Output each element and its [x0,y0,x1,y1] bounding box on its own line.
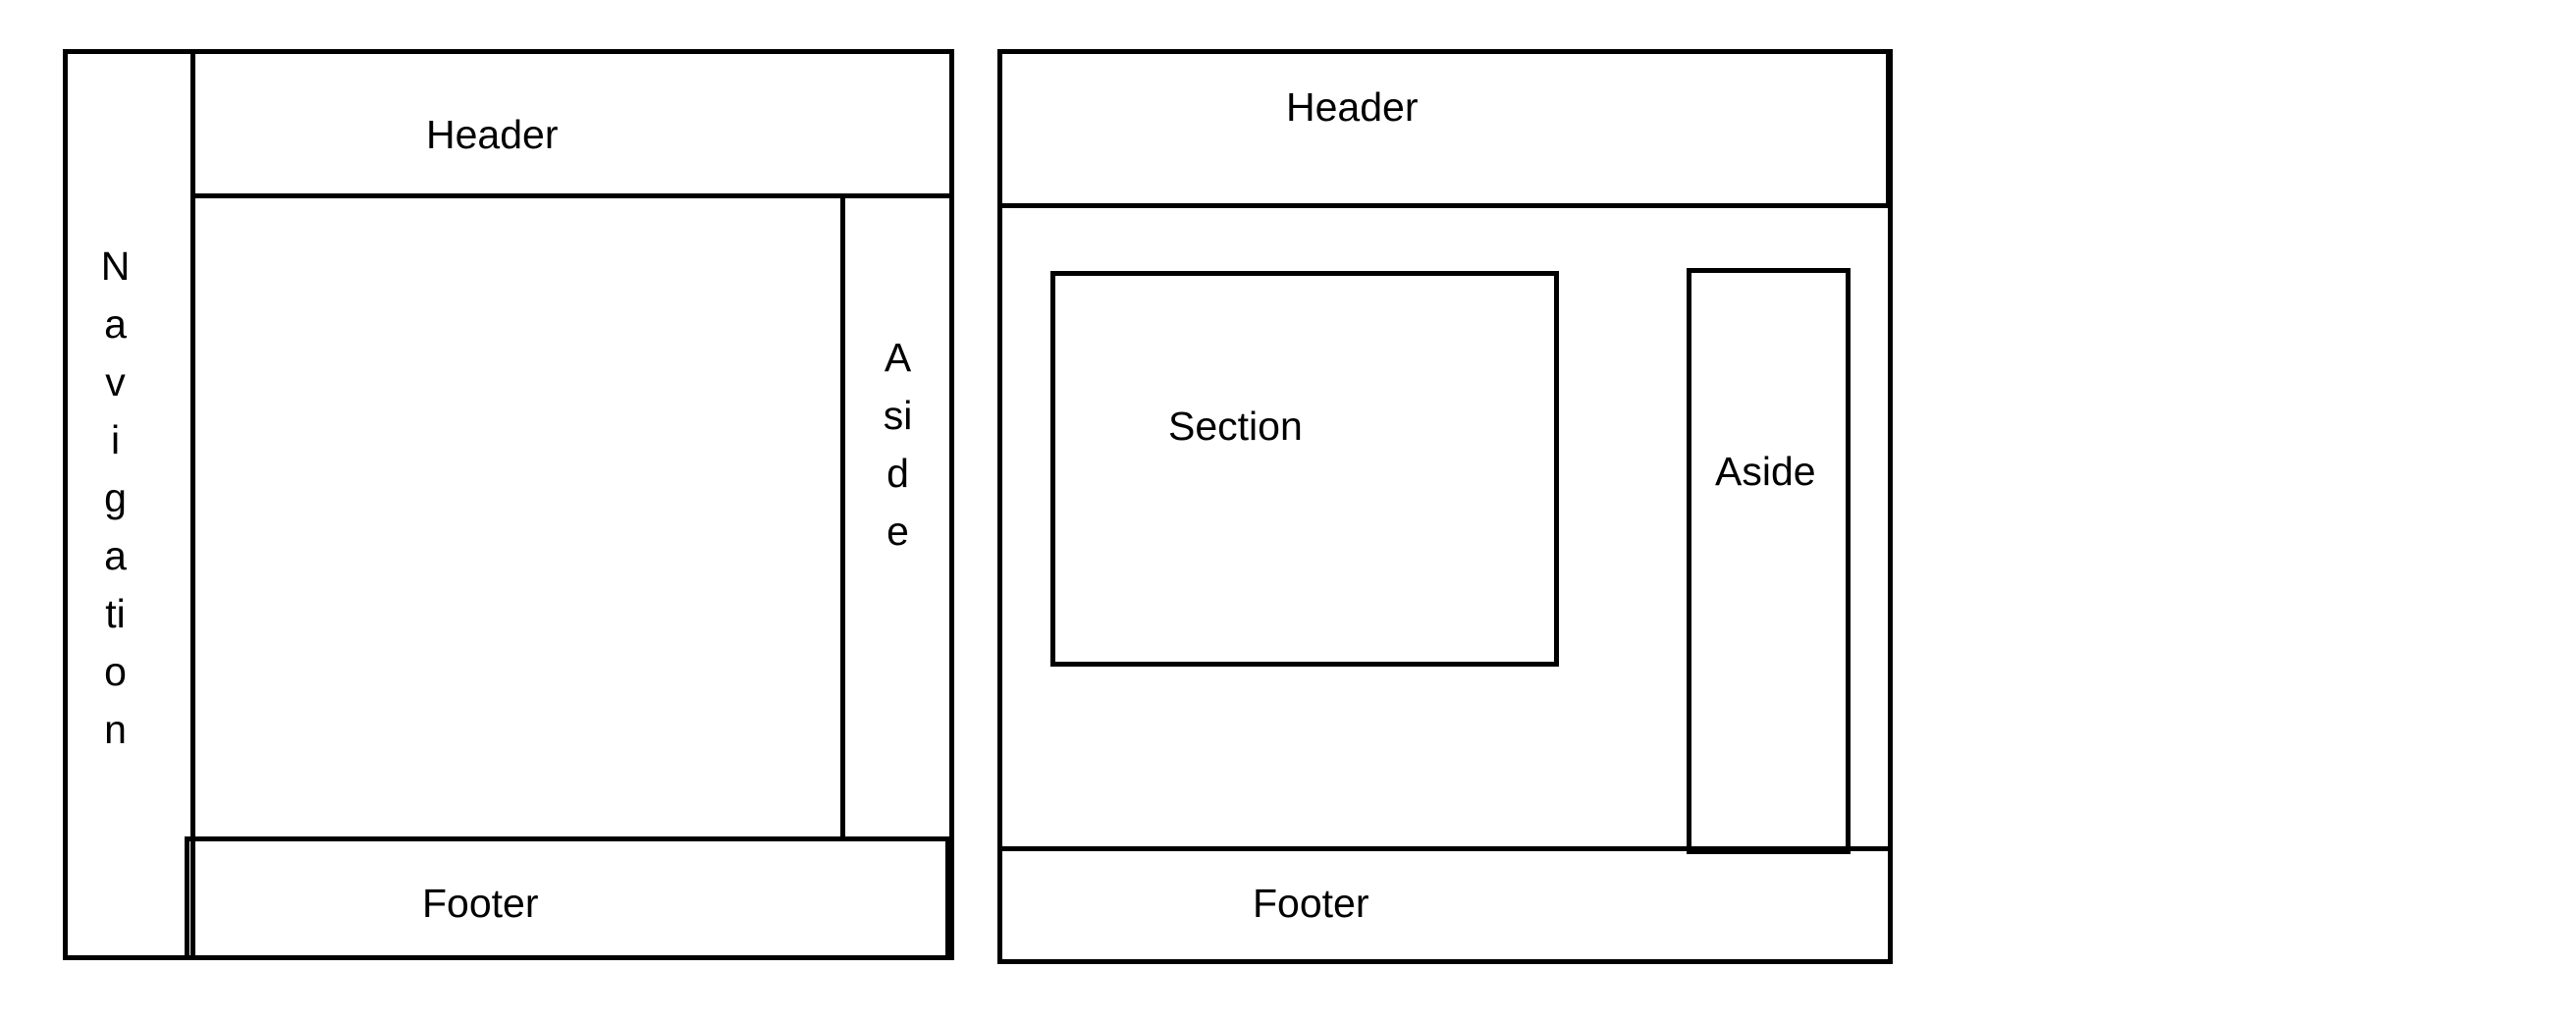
left-main-content-box [190,193,845,841]
left-footer-box [185,836,950,960]
navigation-letter: o [104,649,127,694]
left-footer-label: Footer [422,881,539,926]
aside-letter: e [886,509,909,554]
navigation-letter: ti [105,591,126,636]
left-header-box [190,49,954,198]
layout-diagram: N a v i g a ti o n Header A si d e Foote… [0,0,2576,1023]
right-footer-label: Footer [1253,881,1369,926]
right-aside-label: Aside [1715,449,1816,494]
right-footer-box [997,846,1893,964]
navigation-letter: i [110,417,121,462]
aside-letter: A [884,335,912,380]
right-section-label: Section [1168,404,1303,449]
right-header-box [997,49,1891,208]
aside-letter: d [886,451,909,496]
right-aside-box [1687,268,1851,854]
navigation-letter: n [104,707,127,752]
right-header-label: Header [1286,84,1419,130]
navigation-letter: a [104,533,127,578]
navigation-letter: g [104,475,127,520]
right-section-box [1050,271,1559,667]
navigation-letter: a [104,301,127,347]
navigation-letter: v [105,359,126,404]
left-navigation-label: N a v i g a ti o n [88,238,142,759]
left-header-label: Header [426,112,559,157]
aside-letter: si [883,393,913,438]
left-aside-label: A si d e [871,329,925,561]
navigation-letter: N [100,243,131,289]
